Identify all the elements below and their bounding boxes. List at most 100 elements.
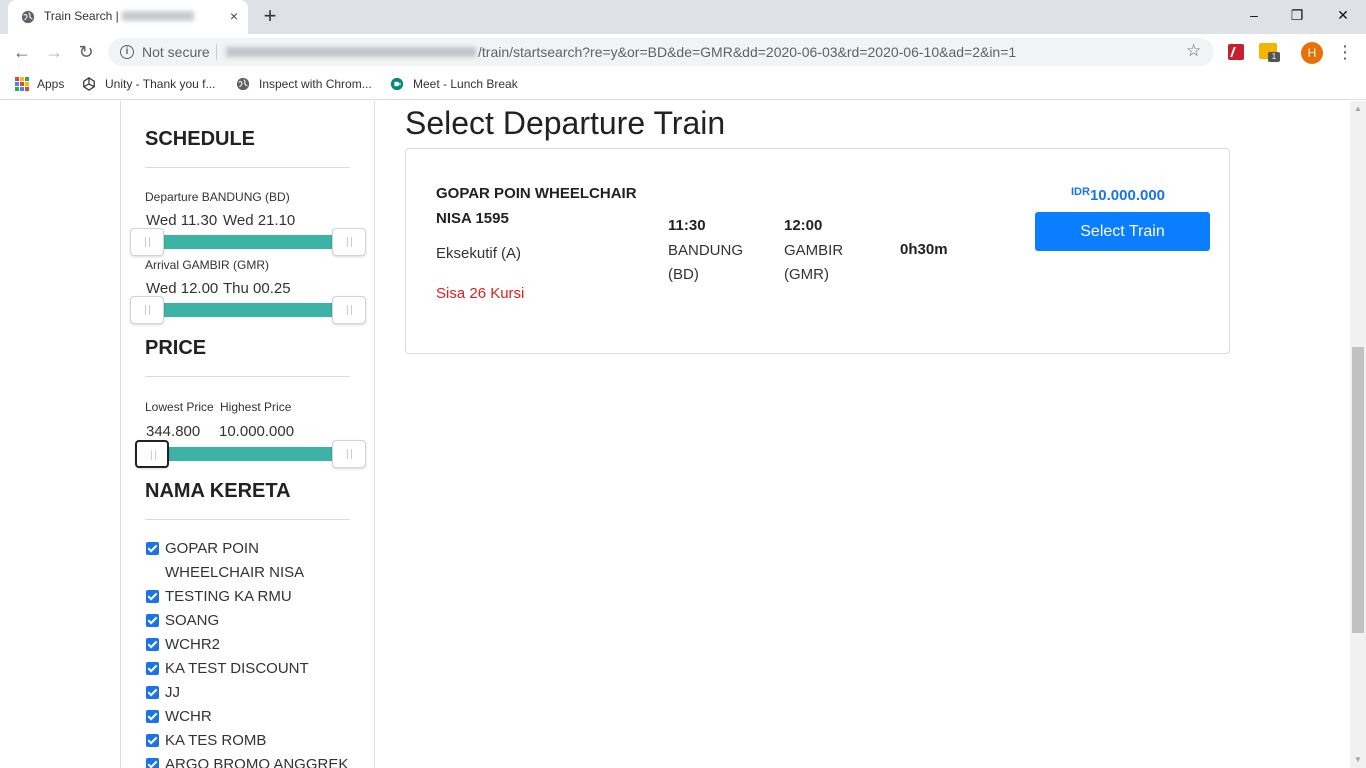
browser-tab[interactable]: Train Search | × (8, 0, 248, 34)
train-filter-label: WCHR2 (165, 636, 220, 653)
seats-remaining: Sisa 26 Kursi (436, 285, 525, 302)
scroll-up-arrow-icon[interactable]: ▲ (1350, 101, 1366, 117)
bookmark-inspect[interactable]: Inspect with Chrom... (259, 77, 372, 91)
train-result-card: GOPAR POIN WHEELCHAIR NISA 1595 Eksekuti… (405, 148, 1230, 354)
train-name-title: NAMA KERETA (145, 480, 291, 502)
highest-price-value: 10.000.000 (219, 423, 295, 440)
train-filter-label: JJ (165, 684, 180, 701)
scroll-down-arrow-icon[interactable]: ▼ (1350, 752, 1366, 768)
more-menu-icon[interactable]: ⋮ (1336, 40, 1354, 64)
select-train-button[interactable]: Select Train (1035, 212, 1210, 251)
price-amount: 10.000.000 (1089, 187, 1166, 204)
train-filter-label: WCHR (165, 708, 212, 725)
url-host-redacted (226, 47, 476, 57)
price-title: PRICE (145, 337, 207, 359)
page-scrollbar[interactable]: ▲ ▼ (1350, 101, 1366, 768)
back-arrow-icon[interactable]: ← (8, 38, 36, 66)
apps-grid-dot (15, 87, 19, 91)
train-filter-option[interactable]: JJ (145, 681, 355, 705)
scroll-thumb[interactable] (1352, 347, 1364, 633)
train-filter-option[interactable]: TESTING KA RMU (145, 585, 355, 609)
departure-to-value: Wed 21.10 (223, 212, 296, 229)
forward-arrow-icon[interactable]: → (40, 38, 68, 66)
profile-avatar[interactable]: H (1301, 42, 1323, 64)
price-slider-max-handle[interactable] (332, 440, 366, 468)
checkbox[interactable] (146, 590, 159, 603)
apps-grid-dot (20, 87, 24, 91)
train-filter-option[interactable]: WCHR (145, 705, 355, 729)
window-close-button[interactable]: ✕ (1320, 0, 1366, 30)
checkbox[interactable] (146, 686, 159, 699)
departure-slider-track[interactable] (146, 235, 351, 249)
apps-grid-dot (25, 82, 29, 86)
train-filter-option[interactable]: ARGO BROMO ANGGREK (145, 753, 355, 768)
highest-price-label: Highest Price (220, 400, 292, 414)
address-bar[interactable]: i Not secure /train/startsearch?re=y&or=… (108, 38, 1214, 66)
departure-label: Departure BANDUNG (BD) (145, 190, 290, 204)
meet-icon (390, 77, 404, 91)
departure-from-value: Wed 11.30 (146, 212, 218, 229)
apps-grid-dot (15, 82, 19, 86)
filter-sidebar: SCHEDULE Departure BANDUNG (BD) Wed 11.3… (120, 101, 375, 768)
globe-icon (21, 10, 35, 24)
arrival-slider-track[interactable] (146, 303, 351, 317)
train-filter-option[interactable]: KA TEST DISCOUNT (145, 657, 355, 681)
arrival-slider-max-handle[interactable] (332, 296, 366, 324)
divider (145, 167, 350, 168)
checkbox[interactable] (146, 638, 159, 651)
apps-grid-dot (25, 77, 29, 81)
checkbox[interactable] (146, 542, 159, 555)
arrival-label: Arrival GAMBIR (GMR) (145, 258, 269, 272)
departure-time: 11:30 (668, 217, 706, 234)
security-label[interactable]: Not secure (142, 44, 210, 60)
checkbox[interactable] (146, 614, 159, 627)
train-filter-option[interactable]: SOANG (145, 609, 355, 633)
price-slider-track[interactable] (161, 447, 351, 461)
close-tab-icon[interactable]: × (226, 8, 242, 24)
unity-icon (83, 77, 95, 91)
bookmark-apps[interactable]: Apps (37, 77, 64, 91)
bookmark-unity[interactable]: Unity - Thank you f... (105, 77, 216, 91)
arrival-from-value: Wed 12.00 (146, 280, 219, 297)
departure-station: BANDUNG (BD) (668, 242, 744, 283)
globe-icon (236, 77, 250, 91)
pdf-extension-icon[interactable] (1228, 44, 1244, 60)
minimize-button[interactable]: – (1231, 0, 1277, 30)
bookmark-meet[interactable]: Meet - Lunch Break (413, 77, 518, 91)
train-filter-option[interactable]: KA TES ROMB (145, 729, 355, 753)
lowest-price-value: 344.800 (146, 423, 201, 440)
restore-button[interactable]: ❐ (1274, 0, 1320, 30)
train-name: GOPAR POIN WHEELCHAIR NISA 1595 (436, 185, 637, 227)
arrival-slider-min-handle[interactable] (130, 296, 164, 324)
train-filter-option[interactable]: GOPAR POIN WHEELCHAIR NISA (145, 537, 355, 585)
info-icon[interactable]: i (120, 45, 134, 59)
train-filter-label: TESTING KA RMU (165, 588, 292, 605)
arrival-time: 12:00 (784, 217, 823, 234)
page-content: SCHEDULE Departure BANDUNG (BD) Wed 11.3… (0, 101, 1350, 768)
divider (145, 376, 350, 377)
new-tab-button[interactable]: + (258, 4, 282, 28)
train-filter-label: KA TEST DISCOUNT (165, 660, 309, 677)
reload-icon[interactable]: ↻ (72, 38, 100, 66)
apps-grid-icon[interactable] (15, 77, 29, 91)
extension-badge: 1 (1268, 52, 1280, 62)
checkbox[interactable] (146, 758, 159, 768)
checkbox[interactable] (146, 662, 159, 675)
checkbox[interactable] (146, 734, 159, 747)
price-slider-min-handle[interactable] (135, 440, 169, 468)
url-path[interactable]: /train/startsearch?re=y&or=BD&de=GMR&dd=… (478, 44, 1016, 60)
arrival-to-value: Thu 00.25 (223, 280, 291, 297)
train-price: IDR10.000.000 (1071, 186, 1166, 205)
tab-title: Train Search | (44, 9, 119, 23)
departure-slider-min-handle[interactable] (130, 228, 164, 256)
bookmark-star-icon[interactable]: ☆ (1186, 41, 1201, 61)
checkbox[interactable] (146, 710, 159, 723)
arrival-station: GAMBIR (GMR) (784, 242, 844, 283)
browser-tabstrip: Train Search | × + – ❐ ✕ (0, 0, 1366, 34)
train-class: Eksekutif (A) (436, 245, 522, 262)
train-name-filter-list: GOPAR POIN WHEELCHAIR NISA TESTING KA RM… (145, 537, 355, 768)
train-filter-label: KA TES ROMB (165, 732, 267, 749)
price-currency: IDR (1071, 186, 1090, 198)
train-filter-option[interactable]: WCHR2 (145, 633, 355, 657)
departure-slider-max-handle[interactable] (332, 228, 366, 256)
